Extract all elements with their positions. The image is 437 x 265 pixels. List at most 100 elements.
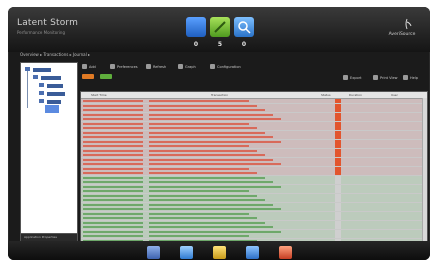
user-icon[interactable] [279, 246, 292, 259]
row-text [83, 158, 143, 161]
tree-node-label[interactable] [33, 68, 51, 72]
status-cell [335, 166, 341, 171]
ok-filter-chip[interactable] [100, 74, 112, 79]
toolbar-label: Graph [185, 64, 196, 69]
sidebar-bottom-item[interactable]: Application Properties [24, 235, 57, 239]
toolbar-add-button[interactable]: Add [82, 63, 96, 70]
status-cell [335, 229, 341, 234]
row-text [83, 149, 143, 152]
tree-node-label[interactable] [41, 76, 61, 80]
tools-icon[interactable] [147, 246, 160, 259]
app-window: Latent Storm Performance Monitoring 0 5 … [8, 7, 430, 260]
chart-icon[interactable] [180, 246, 193, 259]
table-row[interactable] [81, 189, 427, 193]
globe-icon[interactable] [246, 246, 259, 259]
folder-icon[interactable] [213, 246, 226, 259]
help-button[interactable]: Help [403, 74, 418, 81]
table-row[interactable] [81, 220, 427, 225]
table-row[interactable] [81, 148, 427, 153]
column-header[interactable]: Start Time [91, 92, 107, 98]
table-row[interactable] [81, 211, 427, 216]
tree-node-icon[interactable] [39, 91, 44, 95]
row-text [83, 199, 143, 201]
status-cell [335, 135, 341, 139]
table-row[interactable] [81, 234, 427, 238]
search-icon[interactable] [234, 17, 254, 37]
row-text [149, 149, 257, 152]
column-header[interactable]: User [391, 92, 398, 98]
header-bar: Latent Storm Performance Monitoring 0 5 … [8, 7, 430, 52]
table-row[interactable] [81, 180, 427, 184]
table-row[interactable] [81, 117, 427, 121]
row-text [149, 217, 257, 219]
table-row[interactable] [81, 207, 427, 211]
status-cell [335, 216, 341, 220]
print-view-button[interactable]: Print View [373, 74, 397, 81]
search-count: 0 [241, 41, 247, 48]
table-row[interactable] [81, 225, 427, 229]
navigation-tree[interactable] [20, 62, 78, 238]
toolbar-preferences-button[interactable]: Preferences [110, 63, 138, 70]
tree-node-label[interactable] [47, 100, 61, 104]
toolbar-label: Configuration [217, 64, 241, 69]
row-text [149, 203, 273, 206]
tree-node-icon[interactable] [39, 83, 44, 87]
toolbar-configuration-button[interactable]: Configuration [210, 63, 241, 70]
row-text [149, 163, 281, 165]
table-row[interactable] [81, 175, 427, 180]
column-header[interactable]: Status [321, 92, 331, 98]
tree-node-icon[interactable] [39, 99, 44, 103]
status-cell [335, 175, 341, 180]
tree-node-label[interactable] [47, 84, 63, 88]
table-row[interactable] [81, 198, 427, 202]
toolbar-graph-button[interactable]: Graph [178, 63, 196, 70]
table-row[interactable] [81, 99, 427, 103]
table-row[interactable] [81, 135, 427, 139]
status-cell [335, 153, 341, 157]
row-text [83, 230, 143, 233]
table-row[interactable] [81, 153, 427, 157]
tree-node-icon[interactable] [33, 75, 38, 79]
table-row[interactable] [81, 144, 427, 148]
table-row[interactable] [81, 229, 427, 234]
row-text [149, 131, 265, 134]
row-text [149, 199, 265, 201]
tree-node-label[interactable] [47, 92, 65, 96]
table-row[interactable] [81, 121, 427, 126]
table-row[interactable] [81, 157, 427, 162]
column-header[interactable]: Duration [349, 92, 362, 98]
edit-count: 5 [217, 41, 223, 48]
error-filter-chip[interactable] [82, 74, 94, 79]
table-row[interactable] [81, 108, 427, 112]
table-row[interactable] [81, 184, 427, 189]
table-row[interactable] [81, 126, 427, 130]
table-row[interactable] [81, 171, 427, 175]
status-cell [335, 225, 341, 229]
table-row[interactable] [81, 112, 427, 117]
table-row[interactable] [81, 193, 427, 198]
table-row[interactable] [81, 166, 427, 171]
table-row[interactable] [81, 202, 427, 207]
main-toolbar: Add Preferences Refresh Graph Configurat… [80, 62, 430, 71]
tree-node-icon[interactable] [25, 67, 30, 71]
breadcrumb[interactable]: Overview ▸ Transactions ▸ Journal ▸ [20, 51, 90, 59]
edit-icon[interactable] [210, 17, 230, 37]
table-row[interactable] [81, 103, 427, 108]
toolbar-label: Preferences [117, 64, 138, 69]
monitor-icon[interactable] [186, 17, 206, 37]
export-button[interactable]: Export [343, 74, 361, 81]
table-row[interactable] [81, 162, 427, 166]
transactions-table: Start Time Transaction Status Duration U… [80, 91, 428, 244]
row-text [149, 118, 281, 120]
tree-node-selected[interactable] [45, 105, 59, 113]
column-header[interactable]: Transaction [211, 92, 228, 98]
toolbar-refresh-button[interactable]: Refresh [146, 63, 166, 70]
row-text [83, 190, 143, 192]
status-cell [335, 211, 341, 216]
table-row[interactable] [81, 216, 427, 220]
table-row[interactable] [81, 130, 427, 135]
table-row[interactable] [81, 139, 427, 144]
row-text [149, 136, 273, 138]
row-text [83, 203, 143, 206]
vertical-scrollbar[interactable] [422, 98, 427, 243]
